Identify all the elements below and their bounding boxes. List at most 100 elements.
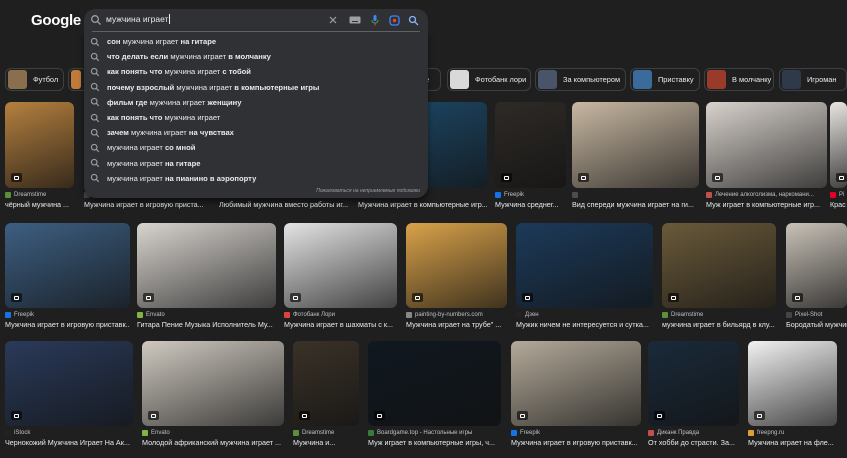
result-thumbnail[interactable] [748, 341, 837, 426]
result-source[interactable]: Pixel-Shot [786, 312, 847, 318]
result-title[interactable]: Чернокожий Мужчина Играет На Ак... [5, 438, 133, 447]
result-thumbnail[interactable] [830, 102, 847, 188]
image-result[interactable]: Dreamstime мужчина играет в бильярд в клу… [662, 223, 776, 334]
suggestion-item[interactable]: как понять что мужчина играет с тобой [84, 64, 428, 79]
image-result[interactable]: Boardgame.top - Настольные игры Муж играе… [368, 341, 501, 452]
result-title[interactable]: Мужчина играет в игровую приста... [84, 200, 213, 209]
image-result[interactable]: iStock Чернокожий Мужчина Играет На Ак... [5, 341, 133, 452]
result-title[interactable]: Муж играет в компьютерные игры, ч... [368, 438, 501, 447]
result-source[interactable]: iStock [5, 430, 133, 436]
search-input[interactable]: мужчина играет [106, 14, 171, 24]
result-title[interactable]: Мужик ничем не интересуется и сутка... [516, 320, 653, 329]
suggestion-item[interactable]: почему взрослый мужчина играет в компьют… [84, 80, 428, 95]
result-thumbnail[interactable] [5, 341, 133, 426]
result-title[interactable]: Муж играет в компьютерные игр... [706, 200, 827, 209]
result-source[interactable]: Envato [142, 430, 284, 436]
image-result[interactable]: Вид спереди мужчина играет на ги... [572, 102, 699, 214]
image-result[interactable]: freepng.ru Мужчина играет на фле... [748, 341, 837, 452]
result-thumbnail[interactable] [293, 341, 359, 426]
suggestion-item[interactable]: зачем мужчина играет на чувствах [84, 125, 428, 140]
suggestion-item[interactable]: мужчина играет на пианино в аэропорту [84, 171, 428, 186]
suggestion-item[interactable]: сон мужчина играет на гитаре [84, 34, 428, 49]
result-title[interactable]: Гитара Пение Музыка Исполнитель Му... [137, 320, 276, 329]
image-result[interactable]: Фотобанк Лори Мужчина играет в шахматы с … [284, 223, 397, 334]
filter-chip[interactable]: В молчанку [704, 68, 774, 91]
image-result[interactable]: Freepik Мужчина среднег... [495, 102, 566, 214]
result-title[interactable]: чёрный мужчина ... [5, 200, 74, 209]
filter-chip[interactable]: Приставку [630, 68, 700, 91]
search-submit-icon[interactable] [406, 13, 420, 27]
result-thumbnail[interactable] [5, 102, 74, 188]
image-result[interactable]: Лечение алкоголизма, наркомани... Муж игр… [706, 102, 827, 214]
filter-chip[interactable]: За компьютером [535, 68, 626, 91]
result-source[interactable]: Freepik [511, 430, 641, 436]
image-result[interactable]: Pixel-Shot Бородатый мужчина ... [786, 223, 847, 334]
image-result[interactable]: Dreamstime Мужчина и... [293, 341, 359, 452]
suggestion-item[interactable]: как понять что мужчина играет [84, 110, 428, 125]
image-result[interactable]: Freepik Мужчина играет в игровую приставк… [5, 223, 130, 334]
report-suggestions-link[interactable]: Пожаловаться на неприемлемые подсказки [316, 188, 420, 194]
result-thumbnail[interactable] [648, 341, 739, 426]
result-title[interactable]: Любимый мужчина вместо работы иг... [219, 200, 350, 209]
result-source[interactable]: Boardgame.top - Настольные игры [368, 430, 501, 436]
image-result[interactable]: Диканк Правда От хобби до страсти. За... [648, 341, 739, 452]
result-title[interactable]: Молодой африканский мужчина играет ... [142, 438, 284, 447]
result-thumbnail[interactable] [137, 223, 276, 308]
filter-chip[interactable]: Фотобанк лори [447, 68, 531, 91]
filter-chip[interactable]: Футбол [5, 68, 64, 91]
result-title[interactable]: Мужчина среднег... [495, 200, 566, 209]
result-title[interactable]: Вид спереди мужчина играет на ги... [572, 200, 699, 209]
result-thumbnail[interactable] [786, 223, 847, 308]
result-title[interactable]: Бородатый мужчина ... [786, 320, 847, 329]
result-source[interactable]: freepng.ru [748, 430, 837, 436]
result-thumbnail[interactable] [572, 102, 699, 188]
result-source[interactable]: Диканк Правда [648, 430, 739, 436]
result-title[interactable]: Мужчина играет на фле... [748, 438, 837, 447]
image-result[interactable]: Pi Крас [830, 102, 847, 214]
result-thumbnail[interactable] [284, 223, 397, 308]
result-source[interactable]: Envato [137, 312, 276, 318]
result-title[interactable]: Мужчина играет на трубе" ... [406, 320, 507, 329]
result-source[interactable]: Dreamstime [662, 312, 776, 318]
result-thumbnail[interactable] [368, 341, 501, 426]
image-result[interactable]: Дзен Мужик ничем не интересуется и сутка.… [516, 223, 653, 334]
result-source[interactable]: Freepik [5, 312, 130, 318]
clear-icon[interactable] [326, 13, 340, 27]
result-title[interactable]: От хобби до страсти. За... [648, 438, 739, 447]
image-result[interactable]: Dreamstime чёрный мужчина ... [5, 102, 74, 214]
result-source[interactable]: Лечение алкоголизма, наркомани... [706, 192, 827, 198]
suggestion-item[interactable]: мужчина играет со мной [84, 140, 428, 155]
image-result[interactable]: Envato Молодой африканский мужчина играет… [142, 341, 284, 452]
result-thumbnail[interactable] [516, 223, 653, 308]
filter-chip[interactable]: Игроман [779, 68, 847, 91]
result-source[interactable]: Дзен [516, 312, 653, 318]
result-title[interactable]: Крас [830, 200, 847, 209]
result-thumbnail[interactable] [142, 341, 284, 426]
result-source[interactable]: Dreamstime [293, 430, 359, 436]
result-source[interactable] [572, 192, 699, 198]
suggestion-item[interactable]: что делать если мужчина играет в молчанк… [84, 49, 428, 64]
image-result[interactable]: Freepik Мужчина играет в игровую приставк… [511, 341, 641, 452]
result-title[interactable]: Мужчина и... [293, 438, 359, 447]
result-source[interactable]: Dreamstime [5, 192, 74, 198]
suggestion-item[interactable]: мужчина играет на гитаре [84, 156, 428, 171]
keyboard-icon[interactable] [348, 13, 362, 27]
result-thumbnail[interactable] [495, 102, 566, 188]
result-title[interactable]: Мужчина играет в игровую приставк... [5, 320, 130, 329]
result-title[interactable]: Мужчина играет в игровую приставк... [511, 438, 641, 447]
result-source[interactable]: Freepik [495, 192, 566, 198]
lens-icon[interactable] [387, 13, 401, 27]
image-result[interactable]: painting-by-numbers.com Мужчина играет на… [406, 223, 507, 334]
result-thumbnail[interactable] [706, 102, 827, 188]
microphone-icon[interactable] [368, 13, 382, 27]
google-logo[interactable]: Google [31, 12, 81, 29]
result-thumbnail[interactable] [5, 223, 130, 308]
result-thumbnail[interactable] [406, 223, 507, 308]
search-box[interactable]: мужчина играет [84, 9, 428, 31]
result-title[interactable]: Мужчина играет в шахматы с к... [284, 320, 397, 329]
suggestion-item[interactable]: фильм где мужчина играет женщину [84, 95, 428, 110]
result-title[interactable]: Мужчина играет в компьютерные игр... [358, 200, 487, 209]
result-source[interactable]: Pi [830, 192, 847, 198]
image-result[interactable]: Envato Гитара Пение Музыка Исполнитель Му… [137, 223, 276, 334]
result-source[interactable]: Фотобанк Лори [284, 312, 397, 318]
